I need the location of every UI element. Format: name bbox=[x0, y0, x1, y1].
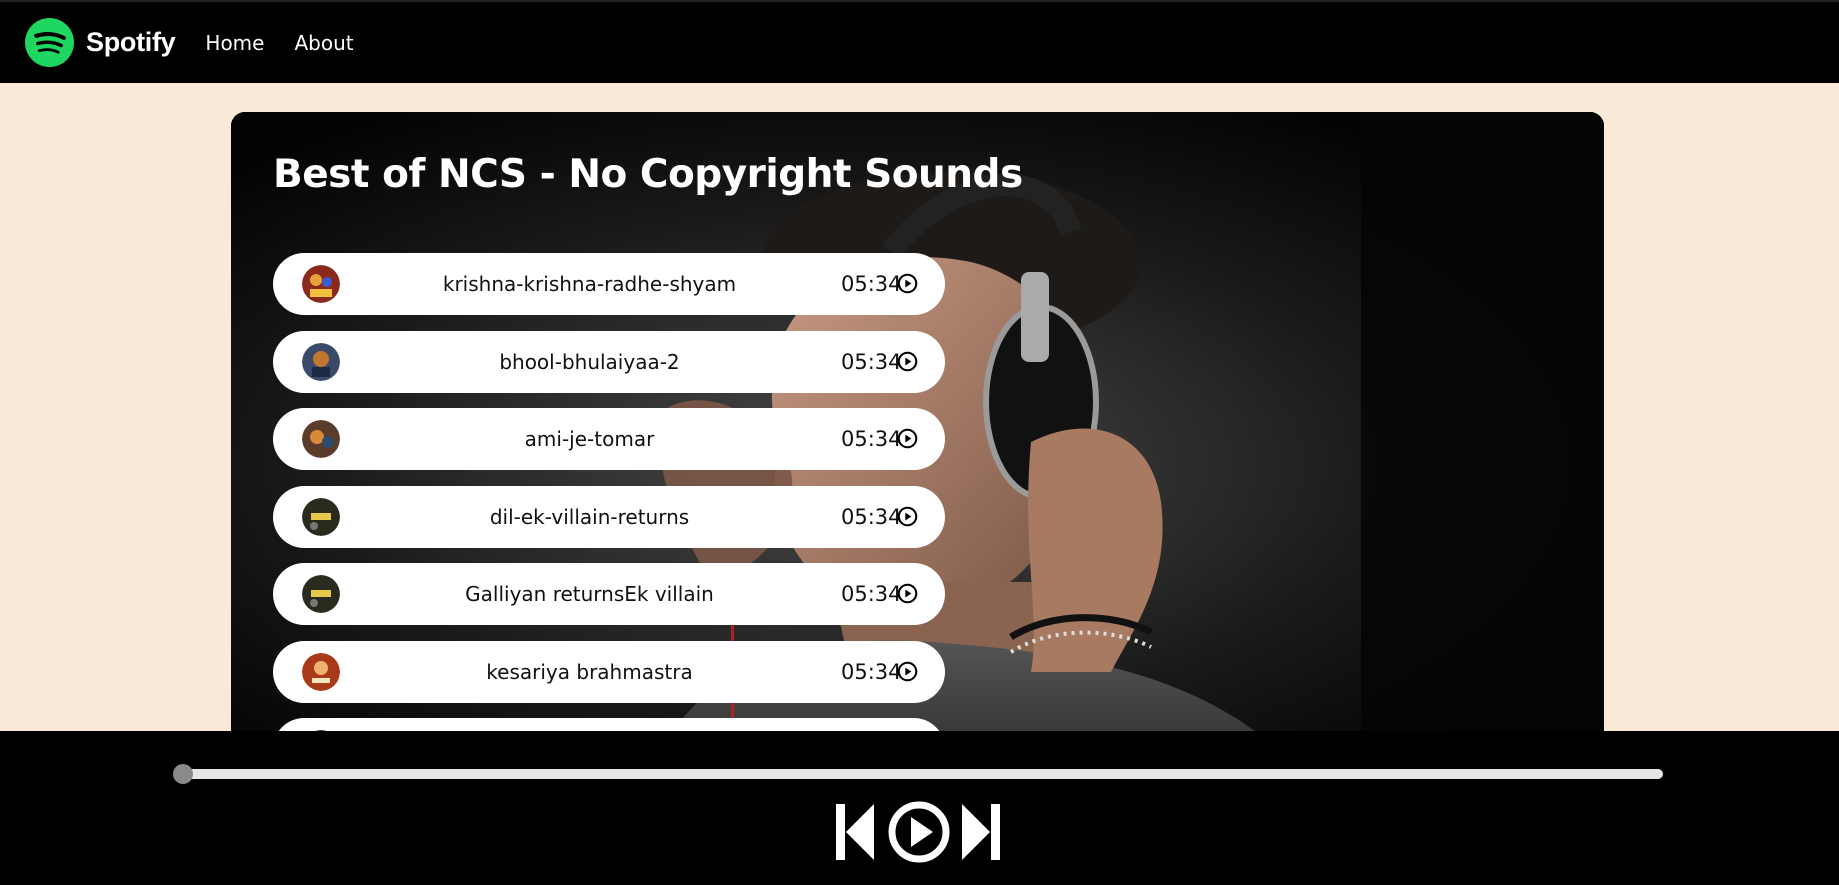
top-navbar: Spotify Home About bbox=[0, 0, 1839, 83]
song-item[interactable]: krishna-krishna-radhe-shyam 05:34 bbox=[273, 253, 945, 315]
song-name: dil-ek-villain-returns bbox=[489, 504, 690, 529]
song-name: ami-je-tomar bbox=[524, 427, 655, 451]
progress-bar[interactable] bbox=[179, 769, 1663, 779]
playlist-container: Best of NCS - No Copyright Sounds krishn… bbox=[231, 112, 1604, 752]
song-name: kesariya brahmastra bbox=[486, 659, 693, 684]
song-name: Galliyan returnsEk villain bbox=[465, 582, 714, 606]
song-item[interactable]: ami-je-tomar 05:34 bbox=[273, 408, 945, 470]
song-duration: 05:34 bbox=[841, 582, 902, 606]
playlist-title: Best of NCS - No Copyright Sounds bbox=[273, 152, 1023, 197]
next-icon[interactable] bbox=[962, 804, 1000, 860]
song-list: krishna-krishna-radhe-shyam 05:34 bhool-… bbox=[273, 253, 945, 752]
previous-icon[interactable] bbox=[836, 804, 874, 860]
song-name: krishna-krishna-radhe-shyam bbox=[442, 272, 737, 296]
progress-thumb[interactable] bbox=[173, 764, 193, 784]
player-controls bbox=[836, 801, 1000, 863]
song-duration: 05:34 bbox=[841, 349, 902, 374]
play-circle-icon[interactable] bbox=[897, 583, 918, 604]
song-name: bhool-bhulaiyaa-2 bbox=[499, 349, 680, 374]
song-item[interactable]: Galliyan returnsEk villain 05:34 bbox=[273, 563, 945, 625]
play-circle-icon[interactable] bbox=[897, 273, 918, 294]
song-duration: 05:34 bbox=[841, 504, 902, 529]
song-duration: 05:34 bbox=[841, 659, 902, 684]
play-icon[interactable] bbox=[888, 801, 950, 863]
play-circle-icon[interactable] bbox=[897, 428, 918, 449]
play-circle-icon[interactable] bbox=[897, 351, 918, 372]
song-duration: 05:34 bbox=[841, 427, 902, 451]
player-bar bbox=[0, 731, 1839, 885]
spotify-logo-icon bbox=[25, 18, 74, 67]
song-item[interactable]: dil-ek-villain-returns 05:34 bbox=[273, 485, 945, 548]
brand[interactable]: Spotify bbox=[25, 18, 176, 67]
brand-name: Spotify bbox=[86, 27, 176, 57]
nav-link-home[interactable]: Home bbox=[205, 31, 264, 55]
song-duration: 05:34 bbox=[841, 272, 902, 296]
song-item[interactable]: bhool-bhulaiyaa-2 05:34 bbox=[273, 330, 945, 393]
play-circle-icon[interactable] bbox=[897, 661, 918, 682]
nav-link-about[interactable]: About bbox=[294, 31, 353, 55]
play-circle-icon[interactable] bbox=[897, 506, 918, 527]
song-item[interactable]: kesariya brahmastra 05:34 bbox=[273, 640, 945, 703]
